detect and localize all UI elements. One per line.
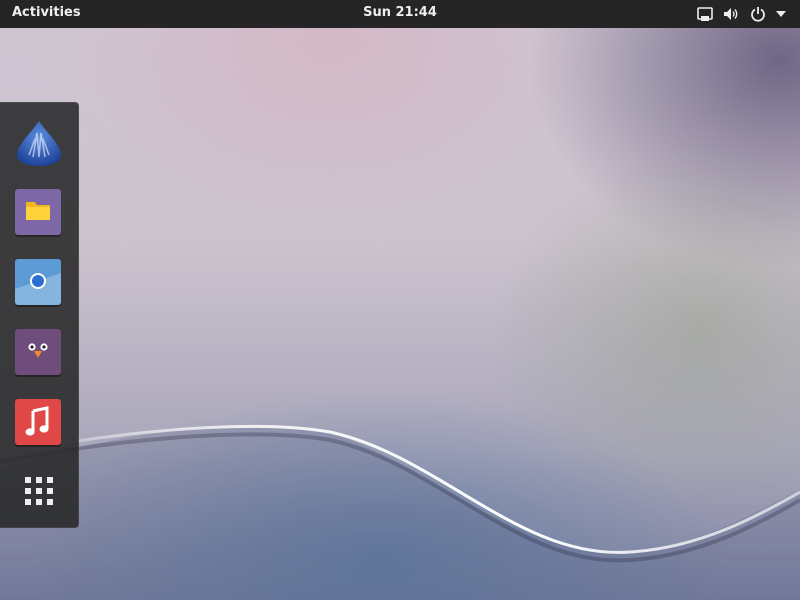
dash-app-chat[interactable] bbox=[15, 329, 63, 377]
dash-app-1[interactable] bbox=[15, 119, 63, 167]
power-icon bbox=[751, 7, 765, 22]
music-note-icon bbox=[25, 406, 49, 436]
browser-icon bbox=[15, 273, 61, 305]
dash-app-music[interactable] bbox=[15, 399, 63, 447]
dash-app-files[interactable] bbox=[15, 189, 63, 237]
volume-icon bbox=[724, 8, 738, 20]
browser-tile bbox=[15, 259, 61, 305]
dash bbox=[0, 102, 79, 528]
chat-tile bbox=[15, 329, 61, 375]
dropdown-arrow-icon bbox=[776, 11, 786, 17]
files-tile bbox=[15, 189, 61, 235]
clock[interactable]: Sun 21:44 bbox=[0, 5, 800, 20]
music-tile bbox=[15, 399, 61, 445]
system-tray[interactable] bbox=[697, 4, 786, 24]
folder-icon bbox=[26, 202, 50, 220]
top-bar: Activities Sun 21:44 bbox=[0, 0, 800, 28]
owl-icon bbox=[28, 343, 48, 358]
dash-app-browser[interactable] bbox=[15, 259, 63, 307]
wallpaper-swoosh bbox=[0, 424, 800, 600]
show-applications-button[interactable] bbox=[15, 469, 63, 517]
network-icon bbox=[697, 6, 713, 21]
blue-drop-icon bbox=[17, 121, 61, 166]
grid-icon bbox=[25, 477, 53, 505]
